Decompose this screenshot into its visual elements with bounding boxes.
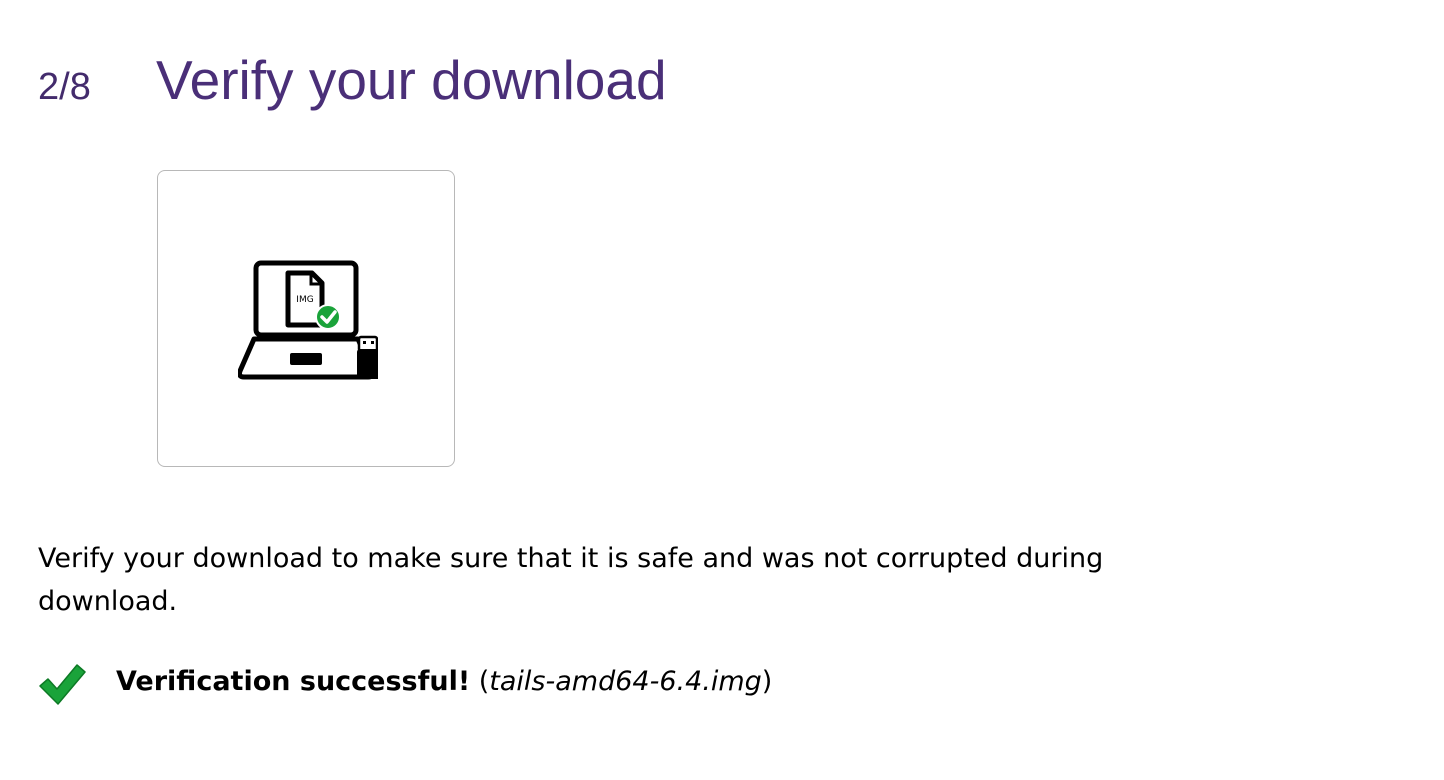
verified-filename: tails-amd64-6.4.img — [489, 666, 762, 697]
green-checkmark-icon — [39, 664, 86, 705]
step-counter: 2/8 — [38, 66, 91, 108]
page-title: Verify your download — [156, 49, 667, 111]
description-text: Verify your download to make sure that i… — [38, 543, 1104, 617]
file-label: IMG — [296, 295, 313, 305]
paren-close: ) — [761, 666, 773, 697]
verification-status: Verification successful! (tails-amd64-6.… — [38, 662, 1038, 708]
usb-stick-icon — [357, 335, 378, 379]
illustration-box: IMG — [157, 170, 455, 467]
paren-open: ( — [470, 666, 490, 697]
step-header: 2/8 Verify your download — [38, 48, 938, 118]
verification-message: Verification successful! (tails-amd64-6.… — [116, 666, 772, 697]
laptop-verified-illustration: IMG — [238, 260, 378, 380]
verification-status-label: Verification successful! — [116, 666, 471, 697]
checkmark-badge-icon — [315, 304, 341, 330]
